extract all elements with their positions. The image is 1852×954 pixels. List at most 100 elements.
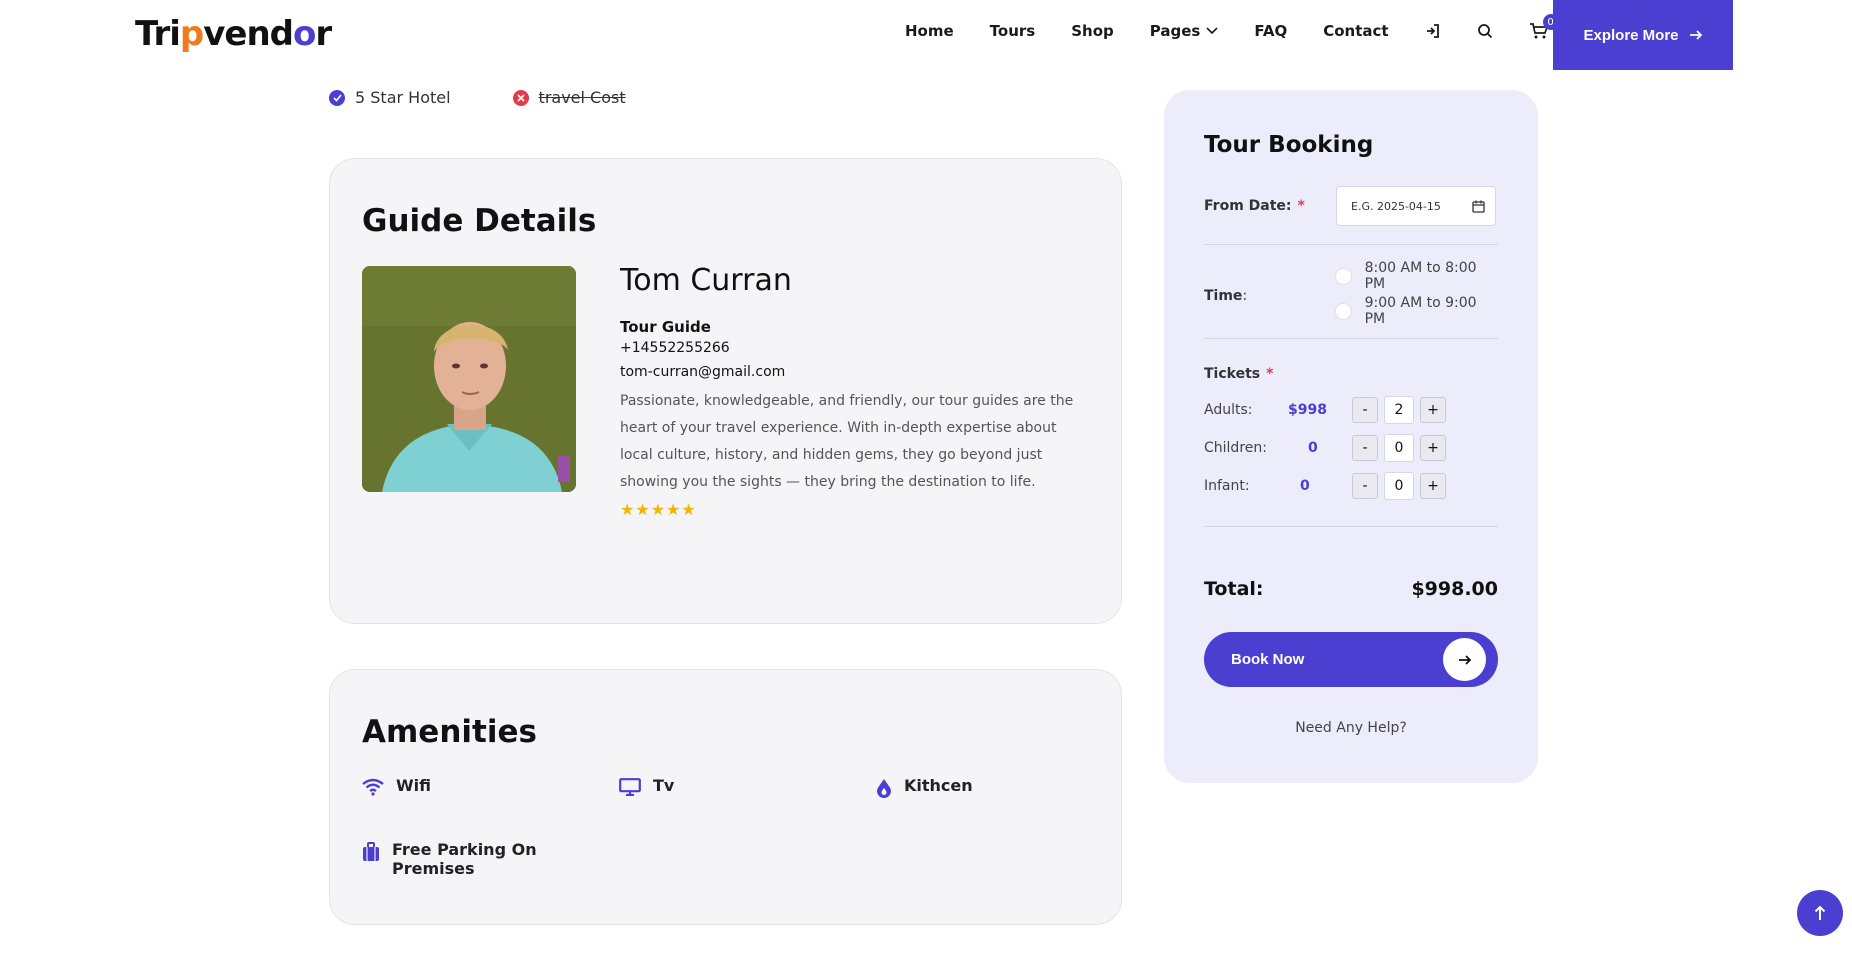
scroll-to-top-button[interactable]	[1797, 890, 1843, 936]
from-date-input[interactable]: E.G. 2025-04-15	[1336, 186, 1496, 226]
guide-section-title: Guide Details	[362, 203, 597, 239]
site-header: Tripvendor Home Tours Shop Pages FAQ Con…	[0, 0, 1852, 70]
guide-bio: Passionate, knowledgeable, and friendly,…	[620, 393, 1074, 490]
guide-photo	[362, 266, 576, 492]
decrement-button[interactable]: -	[1352, 435, 1378, 461]
main-nav: Home Tours Shop Pages FAQ Contact 0	[905, 14, 1585, 40]
guide-email[interactable]: tom-curran@gmail.com	[620, 364, 1090, 380]
time-row: Time: 8:00 AM to 8:00 PM 9:00 AM to 9:00…	[1204, 260, 1498, 330]
nav-faq[interactable]: FAQ	[1254, 22, 1287, 40]
included-item: 5 Star Hotel	[329, 88, 451, 107]
divider	[1204, 526, 1498, 527]
nav-tours[interactable]: Tours	[990, 22, 1036, 40]
logo-text-3: vend	[203, 14, 294, 54]
explore-more-label: Explore More	[1583, 26, 1679, 44]
ticket-row-children: Children: 0 - 0 +	[1204, 434, 1498, 462]
star-icon: ★	[681, 500, 696, 519]
guide-details-card: Guide Details Tom Curran Tour Guide +145…	[329, 158, 1122, 624]
quantity-stepper: - 2 +	[1352, 396, 1446, 424]
quantity-input[interactable]: 2	[1384, 396, 1414, 424]
need-help-link[interactable]: Need Any Help?	[1164, 720, 1538, 736]
date-placeholder: E.G. 2025-04-15	[1351, 199, 1441, 213]
login-icon[interactable]	[1425, 23, 1441, 39]
quantity-input[interactable]: 0	[1384, 472, 1414, 500]
nav-pages-label: Pages	[1149, 22, 1201, 40]
arrow-right-icon	[1689, 30, 1702, 40]
radio-button[interactable]	[1335, 267, 1352, 285]
star-icon: ★	[666, 500, 681, 519]
ticket-row-adults: Adults: $998 - 2 +	[1204, 396, 1498, 424]
total-row: Total: $998.00	[1204, 578, 1498, 600]
guide-rating: ★ ★ ★ ★ ★	[620, 500, 1090, 519]
amenity-item: Tv	[619, 776, 876, 802]
quantity-stepper: - 0 +	[1352, 434, 1446, 462]
chevron-down-icon	[1206, 27, 1218, 35]
book-now-label: Book Now	[1231, 651, 1305, 668]
total-value: $998.00	[1411, 578, 1498, 600]
logo-text-2: p	[179, 14, 204, 54]
nav-contact[interactable]: Contact	[1323, 22, 1388, 40]
ticket-price: 0	[1300, 478, 1310, 494]
required-mark: *	[1266, 366, 1274, 382]
from-date-label-text: From Date:	[1204, 198, 1292, 214]
nav-shop[interactable]: Shop	[1071, 22, 1114, 40]
amenities-section-title: Amenities	[362, 714, 537, 750]
search-icon[interactable]	[1477, 23, 1493, 39]
luggage-icon	[362, 842, 380, 866]
flame-icon	[876, 778, 892, 802]
cart-icon[interactable]: 0	[1529, 14, 1559, 40]
decrement-button[interactable]: -	[1352, 397, 1378, 423]
star-icon: ★	[650, 500, 666, 519]
amenity-label: Kithcen	[904, 776, 973, 795]
booking-title: Tour Booking	[1204, 132, 1374, 158]
divider	[1204, 244, 1498, 245]
from-date-label: From Date: *	[1204, 198, 1305, 214]
total-label: Total:	[1204, 578, 1264, 600]
excluded-item: travel Cost	[512, 88, 626, 107]
quantity-input[interactable]: 0	[1384, 434, 1414, 462]
nav-pages[interactable]: Pages	[1150, 22, 1219, 40]
check-icon	[329, 89, 345, 106]
guide-name: Tom Curran	[620, 263, 792, 298]
radio-button[interactable]	[1335, 302, 1352, 320]
calendar-icon[interactable]	[1472, 200, 1485, 213]
increment-button[interactable]: +	[1420, 473, 1446, 499]
amenity-label: Wifi	[396, 776, 431, 795]
time-label-text: Time	[1204, 288, 1243, 304]
tickets-label: Tickets *	[1204, 366, 1273, 382]
time-option-label: 9:00 AM to 9:00 PM	[1364, 295, 1477, 327]
wifi-icon	[362, 778, 384, 800]
nav-home[interactable]: Home	[905, 22, 954, 40]
guide-info: Tom Curran Tour Guide +14552255266 tom-c…	[620, 263, 1090, 519]
included-excluded-row: 5 Star Hotel travel Cost	[329, 88, 688, 107]
tour-booking-panel: Tour Booking From Date: * E.G. 2025-04-15…	[1164, 90, 1538, 783]
from-date-row: From Date: * E.G. 2025-04-15	[1204, 186, 1496, 226]
increment-button[interactable]: +	[1420, 435, 1446, 461]
guide-phone[interactable]: +14552255266	[620, 340, 1090, 356]
time-option-1[interactable]: 8:00 AM to 8:00 PM	[1335, 260, 1498, 292]
time-option-2[interactable]: 9:00 AM to 9:00 PM	[1335, 295, 1498, 327]
amenity-label: Tv	[653, 776, 675, 795]
decrement-button[interactable]: -	[1352, 473, 1378, 499]
amenity-label: Free Parking On Premises	[392, 840, 537, 878]
required-mark: *	[1297, 198, 1305, 214]
increment-button[interactable]: +	[1420, 397, 1446, 423]
excluded-label: travel Cost	[538, 88, 626, 107]
site-logo[interactable]: Tripvendor	[135, 14, 332, 54]
book-now-button[interactable]: Book Now	[1204, 632, 1498, 687]
amenities-grid: Wifi Tv Kithcen Free Parking On Premises	[362, 776, 1102, 878]
ticket-label: Adults:	[1204, 402, 1253, 418]
divider	[1204, 338, 1498, 339]
logo-text-4: o	[293, 14, 316, 54]
explore-more-button[interactable]: Explore More	[1553, 0, 1733, 70]
logo-text-5: r	[315, 14, 332, 54]
quantity-stepper: - 0 +	[1352, 472, 1446, 500]
ticket-label: Children:	[1204, 440, 1267, 456]
amenity-item: Wifi	[362, 776, 619, 802]
ticket-price: $998	[1288, 402, 1327, 418]
tv-icon	[619, 778, 641, 800]
arrow-up-icon	[1814, 905, 1826, 920]
guide-role: Tour Guide	[620, 318, 711, 336]
star-icon: ★	[635, 500, 650, 519]
star-icon: ★	[620, 500, 635, 519]
